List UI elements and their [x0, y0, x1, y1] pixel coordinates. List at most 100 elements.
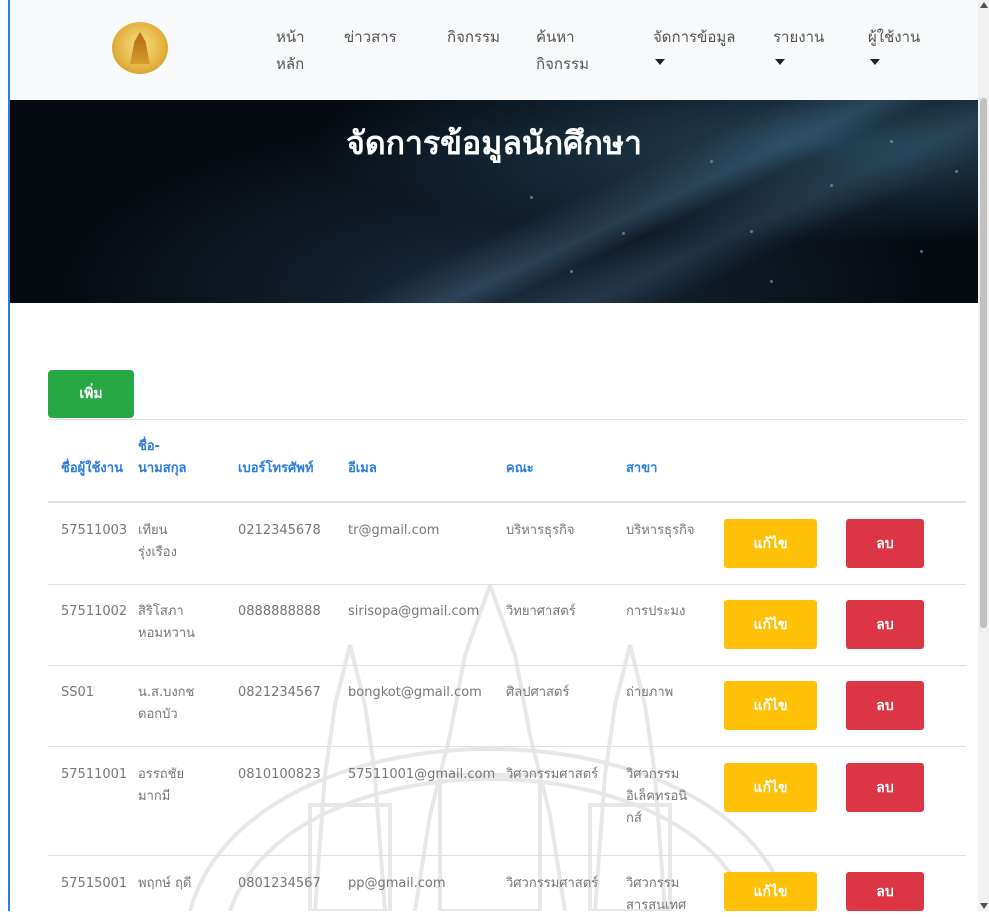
cell-name: เทียน รุ่งเรือง [138, 520, 177, 564]
cell-username: 57515001 [61, 876, 128, 891]
nav-news-label: ข่าวสาร [344, 28, 397, 46]
nav-home[interactable]: หน้า หลัก [276, 24, 305, 78]
nav-users-label: ผู้ใช้งาน [868, 28, 921, 46]
cell-email: bongkot@gmail.com [348, 685, 482, 700]
cell-faculty: วิทยาศาสตร์ [506, 604, 576, 619]
cell-name-line1: เทียน [138, 523, 168, 538]
cell-name-line2: มากมี [138, 789, 171, 804]
cell-email: 57511001@gmail.com [348, 767, 496, 782]
cell-major-line1: ถ่ายภาพ [626, 685, 674, 700]
nav-users[interactable]: ผู้ใช้งาน [868, 24, 920, 65]
row-divider [48, 855, 966, 856]
cell-major-line2: อิเล็คทรอนิ [626, 789, 688, 804]
cell-phone: 0821234567 [238, 685, 321, 700]
row-divider [48, 665, 966, 666]
cell-name-line2: ดอกบัว [138, 707, 178, 722]
nav-search-label-2: กิจกรรม [536, 55, 589, 73]
cell-name-line2: หอมหวาน [138, 626, 196, 641]
table-top-border [48, 419, 966, 420]
cell-name-line1: พฤกษ์ ฤดี [138, 876, 192, 891]
university-seal-icon[interactable] [112, 22, 168, 74]
cell-name-line2: รุ่งเรือง [138, 545, 177, 560]
header-phone: เบอร์โทรศัพท์ [238, 461, 314, 476]
nav-search-label: ค้นหา [536, 28, 575, 46]
nav-activities[interactable]: กิจกรรม [447, 24, 500, 51]
cell-username: SS01 [61, 685, 95, 700]
caret-down-icon [870, 59, 880, 65]
nav-home-label-2: หลัก [276, 55, 305, 73]
delete-button[interactable]: ลบ [846, 872, 924, 911]
cell-name-line1: สิริโสภา [138, 604, 184, 619]
delete-button[interactable]: ลบ [846, 519, 924, 568]
delete-button[interactable]: ลบ [846, 681, 924, 730]
nav-manage-label: จัดการข้อมูล [653, 28, 736, 46]
caret-down-icon [775, 59, 785, 65]
cell-major: วิศวกรรม อิเล็คทรอนิ กส์ [626, 764, 687, 830]
row-divider [48, 746, 966, 747]
table-header-border [48, 501, 966, 503]
cell-faculty: ศิลปศาสตร์ [506, 685, 570, 700]
cell-username: 57511002 [61, 604, 128, 619]
cell-major: วิศวกรรม สารสนเทศ [626, 873, 686, 917]
delete-button[interactable]: ลบ [846, 600, 924, 649]
cell-major: ถ่ายภาพ [626, 682, 673, 704]
nav-search-activities[interactable]: ค้นหา กิจกรรม [536, 24, 589, 78]
cell-name: พฤกษ์ ฤดี [138, 873, 191, 895]
hero-banner: จัดการข้อมูลนักศึกษา [10, 100, 978, 303]
cell-name: สิริโสภา หอมหวาน [138, 601, 195, 645]
cell-username: 57511003 [61, 523, 128, 538]
cell-phone: 0810100823 [238, 767, 321, 782]
edit-button[interactable]: แก้ไข [724, 872, 817, 911]
edit-button[interactable]: แก้ไข [724, 519, 817, 568]
vertical-scrollbar[interactable] [978, 0, 989, 911]
cell-email: sirisopa@gmail.com [348, 604, 480, 619]
page-title: จัดการข้อมูลนักศึกษา [346, 124, 642, 162]
cell-major-line1: การประมง [626, 604, 686, 619]
nav-home-label: หน้า [276, 28, 305, 46]
nav-news[interactable]: ข่าวสาร [344, 24, 397, 51]
university-seal-watermark-icon [188, 584, 792, 911]
header-major: สาขา [626, 461, 658, 476]
cell-name: อรรถชัย มากมี [138, 764, 184, 808]
cell-phone: 0212345678 [238, 523, 321, 538]
cell-faculty: บริหารธุรกิจ [506, 523, 575, 538]
cell-phone: 0888888888 [238, 604, 321, 619]
nav-activities-label: กิจกรรม [447, 28, 500, 46]
nav-manage-data[interactable]: จัดการข้อมูล [653, 24, 735, 65]
cell-email: pp@gmail.com [348, 876, 446, 891]
add-student-button[interactable]: เพิ่ม [48, 370, 134, 418]
cell-major: การประมง [626, 601, 685, 623]
edit-button[interactable]: แก้ไข [724, 681, 817, 730]
header-username: ชื่อผู้ใช้งาน [61, 461, 123, 476]
header-name-line2: นามสกุล [138, 461, 187, 476]
caret-down-icon [655, 59, 665, 65]
cell-phone: 0801234567 [238, 876, 321, 891]
edit-button[interactable]: แก้ไข [724, 763, 817, 812]
scroll-down-arrow-icon[interactable] [980, 903, 988, 909]
cell-major-line3: กส์ [626, 811, 642, 826]
cell-major: บริหารธุรกิจ [626, 520, 695, 542]
edit-button[interactable]: แก้ไข [724, 600, 817, 649]
header-name-line1: ชื่อ- [138, 439, 161, 454]
scrollbar-thumb[interactable] [980, 98, 987, 628]
nav-reports[interactable]: รายงาน [773, 24, 824, 65]
cell-email: tr@gmail.com [348, 523, 440, 538]
row-divider [48, 584, 966, 585]
cell-name: น.ส.บงกช ดอกบัว [138, 682, 194, 726]
delete-button[interactable]: ลบ [846, 763, 924, 812]
left-edge [0, 0, 10, 911]
cell-major-line1: บริหารธุรกิจ [626, 523, 695, 538]
cell-username: 57511001 [61, 767, 128, 782]
nav-reports-label: รายงาน [773, 28, 825, 46]
cell-faculty: วิศวกรรมศาสตร์ [506, 876, 599, 891]
cell-faculty: วิศวกรรมศาสตร์ [506, 767, 599, 782]
cell-major-line1: วิศวกรรม [626, 767, 680, 782]
header-name: ชื่อ- นามสกุล [138, 436, 187, 480]
header-faculty: คณะ [506, 461, 534, 476]
cell-name-line1: น.ส.บงกช [138, 685, 195, 700]
scroll-up-arrow-icon[interactable] [980, 2, 988, 8]
cell-name-line1: อรรถชัย [138, 767, 185, 782]
cell-major-line1: วิศวกรรม [626, 876, 680, 891]
header-email: อีเมล [348, 461, 377, 476]
top-navbar: หน้า หลัก ข่าวสาร กิจกรรม ค้นหา กิจกรรม … [10, 0, 978, 100]
